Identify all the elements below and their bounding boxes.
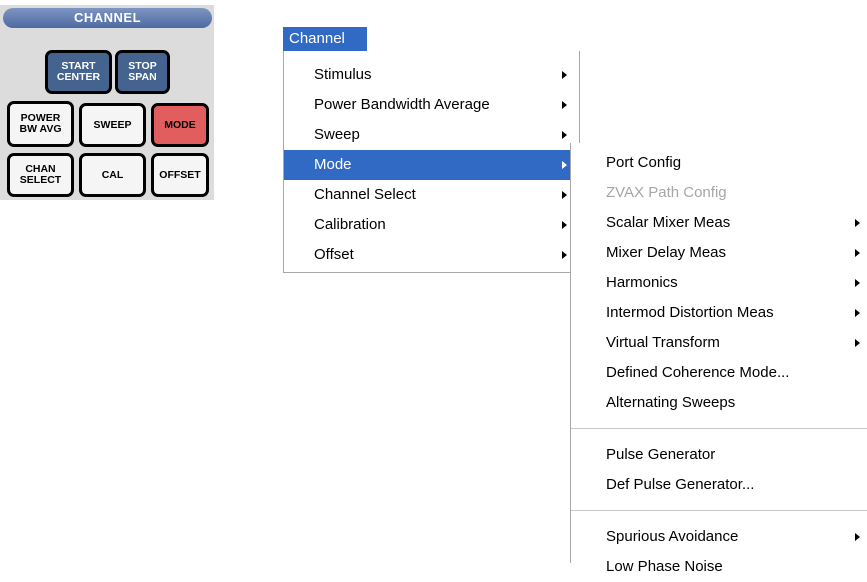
- menu-item-label: Mode: [314, 156, 352, 173]
- menu-item-offset[interactable]: Offset: [284, 240, 579, 270]
- submenu-arrow-icon: [855, 309, 860, 317]
- cal-key[interactable]: CAL: [79, 153, 146, 197]
- submenu-arrow-icon: [562, 191, 567, 199]
- channel-menu: Stimulus Power Bandwidth Average Sweep M…: [283, 51, 580, 273]
- submenu-arrow-icon: [855, 339, 860, 347]
- menu-item-stimulus[interactable]: Stimulus: [284, 60, 579, 90]
- submenu-arrow-icon: [562, 251, 567, 259]
- menu-item-label: Pulse Generator: [606, 446, 716, 463]
- menu-item-virtual-transform[interactable]: Virtual Transform: [571, 328, 867, 358]
- menu-item-pulse-generator[interactable]: Pulse Generator: [571, 440, 867, 470]
- power-bw-avg-key[interactable]: POWER BW AVG: [7, 101, 74, 147]
- menu-item-alternating-sweeps[interactable]: Alternating Sweeps: [571, 388, 867, 418]
- menu-item-label: Alternating Sweeps: [606, 394, 736, 411]
- start-center-key[interactable]: START CENTER: [45, 50, 112, 94]
- menu-item-label: Intermod Distortion Meas: [606, 304, 774, 321]
- menu-item-label: Defined Coherence Mode...: [606, 364, 790, 381]
- menu-item-spurious-avoidance[interactable]: Spurious Avoidance: [571, 522, 867, 552]
- menu-item-label: Scalar Mixer Meas: [606, 214, 731, 231]
- menu-item-label: Def Pulse Generator...: [606, 476, 755, 493]
- menu-item-label: Sweep: [314, 126, 360, 143]
- submenu-arrow-icon: [855, 219, 860, 227]
- menu-item-defined-coherence-mode[interactable]: Defined Coherence Mode...: [571, 358, 867, 388]
- submenu-arrow-icon: [562, 71, 567, 79]
- menu-separator: [571, 428, 867, 429]
- submenu-arrow-icon: [562, 221, 567, 229]
- submenu-arrow-icon: [562, 101, 567, 109]
- menu-item-calibration[interactable]: Calibration: [284, 210, 579, 240]
- mode-submenu: Port Config ZVAX Path Config Scalar Mixe…: [570, 143, 867, 575]
- menu-item-label: Power Bandwidth Average: [314, 96, 490, 113]
- menu-separator: [571, 510, 867, 511]
- menu-item-label: Offset: [314, 246, 354, 263]
- menu-item-label: Stimulus: [314, 66, 372, 83]
- menu-item-mixer-delay-meas[interactable]: Mixer Delay Meas: [571, 238, 867, 268]
- menu-item-channel-select[interactable]: Channel Select: [284, 180, 579, 210]
- menu-item-port-config[interactable]: Port Config: [571, 148, 867, 178]
- panel-title: CHANNEL: [3, 8, 212, 28]
- menu-item-label: ZVAX Path Config: [606, 184, 727, 201]
- menu-item-label: Spurious Avoidance: [606, 528, 739, 545]
- menu-item-power-bandwidth-average[interactable]: Power Bandwidth Average: [284, 90, 579, 120]
- menu-item-harmonics[interactable]: Harmonics: [571, 268, 867, 298]
- chan-select-key[interactable]: CHAN SELECT: [7, 153, 74, 197]
- channel-hardkey-panel: CHANNEL START CENTER STOP SPAN POWER BW …: [0, 5, 214, 200]
- sweep-key[interactable]: SWEEP: [79, 103, 146, 147]
- menu-item-mode[interactable]: Mode: [284, 150, 579, 180]
- mode-key[interactable]: MODE: [151, 103, 209, 147]
- submenu-arrow-icon: [855, 249, 860, 257]
- offset-key[interactable]: OFFSET: [151, 153, 209, 197]
- menu-item-label: Mixer Delay Meas: [606, 244, 727, 261]
- menu-item-sweep[interactable]: Sweep: [284, 120, 579, 150]
- menu-item-label: Virtual Transform: [606, 334, 720, 351]
- menubar-channel[interactable]: Channel: [283, 27, 367, 51]
- menu-item-zvax-path-config: ZVAX Path Config: [571, 178, 867, 208]
- menu-item-label: Harmonics: [606, 274, 678, 291]
- submenu-arrow-icon: [855, 279, 860, 287]
- menu-item-label: Low Phase Noise: [606, 558, 723, 575]
- submenu-arrow-icon: [562, 161, 567, 169]
- menu-item-low-phase-noise[interactable]: Low Phase Noise: [571, 552, 867, 582]
- menu-item-scalar-mixer-meas[interactable]: Scalar Mixer Meas: [571, 208, 867, 238]
- menu-item-def-pulse-generator[interactable]: Def Pulse Generator...: [571, 470, 867, 500]
- menu-item-label: Channel Select: [314, 186, 416, 203]
- submenu-arrow-icon: [855, 533, 860, 541]
- menu-item-intermod-distortion-meas[interactable]: Intermod Distortion Meas: [571, 298, 867, 328]
- menu-item-label: Port Config: [606, 154, 682, 171]
- stop-span-key[interactable]: STOP SPAN: [115, 50, 170, 94]
- menu-item-label: Calibration: [314, 216, 386, 233]
- submenu-arrow-icon: [562, 131, 567, 139]
